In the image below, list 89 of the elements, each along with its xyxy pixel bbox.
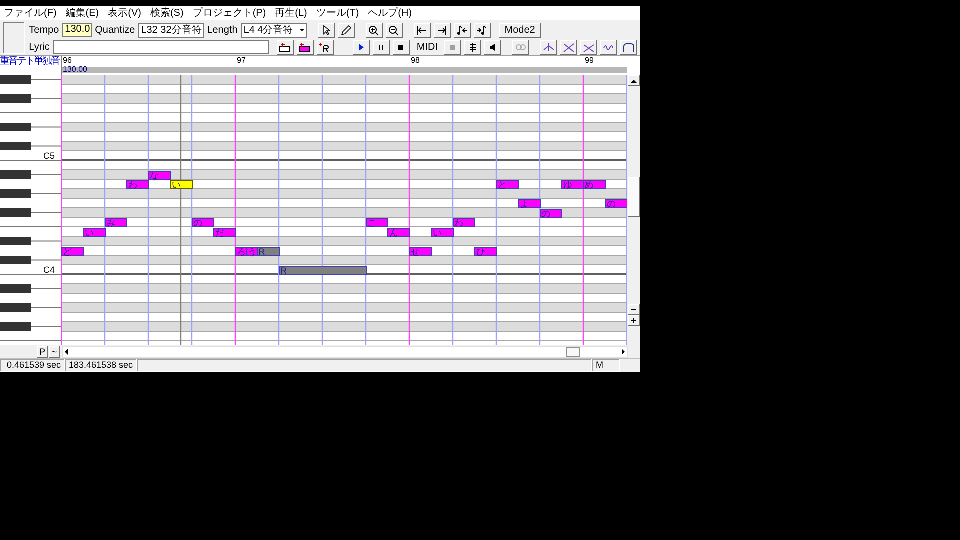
scroll-up-button[interactable] [628, 75, 640, 86]
note-block[interactable]: こ [366, 218, 388, 227]
menu-item[interactable]: 編集(E) [66, 6, 100, 20]
octave-label: C5 [43, 152, 55, 160]
note-insert-icon [299, 42, 312, 52]
previous-note-button[interactable] [454, 22, 471, 38]
pencil-tool-button[interactable] [338, 22, 355, 38]
note-block[interactable]: の [192, 218, 214, 227]
cross-lines-icon [582, 42, 594, 52]
tune-button[interactable] [464, 40, 481, 54]
play-button[interactable] [352, 40, 370, 54]
quantize-dropdown[interactable]: L32 32分音符 [138, 22, 204, 38]
menu-item[interactable]: プロジェクト(P) [192, 6, 266, 20]
link-button[interactable] [512, 40, 529, 54]
length-label: Length [207, 24, 238, 36]
note-block[interactable]: み [104, 218, 128, 227]
toggle-button[interactable]: P [37, 346, 48, 358]
quantize-label: Quantize [95, 24, 136, 36]
toggle-button[interactable]: ~ [49, 346, 60, 358]
arrow-cross-icon [542, 42, 554, 52]
status-time: 183.461538 sec [65, 359, 137, 372]
insert-rest-button[interactable] [316, 40, 334, 54]
lyric-label: Lyric [29, 42, 50, 52]
select-button[interactable] [620, 40, 637, 54]
note-block[interactable]: わ [452, 218, 476, 227]
menu-item[interactable]: ファイル(F) [4, 6, 57, 20]
next-note-button[interactable] [474, 22, 491, 38]
note-block[interactable]: の [604, 199, 627, 208]
pause-button[interactable] [372, 40, 390, 54]
zoom-out-button[interactable] [386, 22, 403, 38]
bar-arrow-left-icon [416, 24, 428, 36]
zoom-in-button[interactable] [366, 22, 383, 38]
menu-item[interactable]: 検索(S) [150, 6, 184, 20]
tempo-label: Tempo [29, 24, 60, 36]
tempo-marker: 130.00 [63, 65, 88, 74]
tempo-field[interactable]: 130.0 [62, 23, 92, 37]
arch-icon [622, 42, 634, 52]
zoom-in-button[interactable] [628, 315, 640, 326]
measure-number: 96 [63, 56, 72, 65]
stop-button[interactable] [392, 40, 410, 54]
note-block[interactable]: い [170, 180, 192, 189]
pencil-icon [340, 24, 352, 36]
envelope-button[interactable] [580, 40, 597, 54]
note-arrow-left-icon [456, 24, 468, 36]
menu-item[interactable]: 表示(V) [108, 6, 142, 20]
pointer-tool-button[interactable] [318, 22, 335, 38]
menu-item[interactable]: ツール(T) [316, 6, 360, 20]
go-start-button[interactable] [414, 22, 431, 38]
left-arrow-icon [63, 348, 70, 356]
vibrato-button[interactable] [600, 40, 617, 54]
zoom-out-button[interactable] [628, 304, 640, 315]
note-block[interactable]: わ [126, 180, 149, 189]
preview-box [3, 22, 26, 54]
status-time: 0.461539 sec [0, 359, 65, 372]
bar-arrow-right-icon [436, 24, 448, 36]
minus-icon [630, 306, 637, 312]
mode-button[interactable]: Mode2 [498, 22, 542, 38]
measure-number: 97 [237, 56, 246, 65]
midi-label: MIDI [416, 42, 438, 52]
note-block[interactable]: め [583, 180, 606, 189]
note-arrow-right-icon [476, 24, 488, 36]
insert-note-button[interactable] [296, 40, 314, 54]
right-arrow-icon [620, 348, 627, 356]
measure-number: 99 [585, 56, 594, 65]
menu-item[interactable]: ヘルプ(H) [368, 6, 412, 20]
insert-note-button[interactable] [276, 40, 294, 54]
zoom-out-icon [388, 24, 400, 36]
envelope-button[interactable] [540, 40, 557, 54]
note-block[interactable]: と [496, 180, 519, 189]
envelope-button[interactable] [560, 40, 577, 54]
zoom-in-icon [368, 24, 380, 36]
mute-button[interactable] [484, 40, 501, 54]
status-mode: M [592, 359, 620, 372]
cross-lines-icon [562, 42, 574, 52]
up-arrow-icon [630, 78, 638, 84]
octave-label: C4 [43, 266, 55, 274]
note-insert-icon [279, 42, 292, 52]
note-block[interactable]: ゆ [561, 180, 584, 189]
go-end-button[interactable] [434, 22, 451, 38]
note-block[interactable]: よ [518, 199, 540, 208]
chain-icon [514, 42, 526, 52]
menu-item[interactable]: 再生(L) [275, 6, 308, 20]
record-button[interactable] [444, 40, 461, 54]
rest-insert-icon [319, 42, 332, 52]
scroll-thumb[interactable] [566, 346, 580, 356]
lyric-field[interactable] [52, 40, 269, 54]
plus-icon [630, 318, 637, 324]
length-dropdown[interactable]: L4 4分音符 [240, 22, 307, 38]
measure-number: 98 [411, 56, 420, 65]
